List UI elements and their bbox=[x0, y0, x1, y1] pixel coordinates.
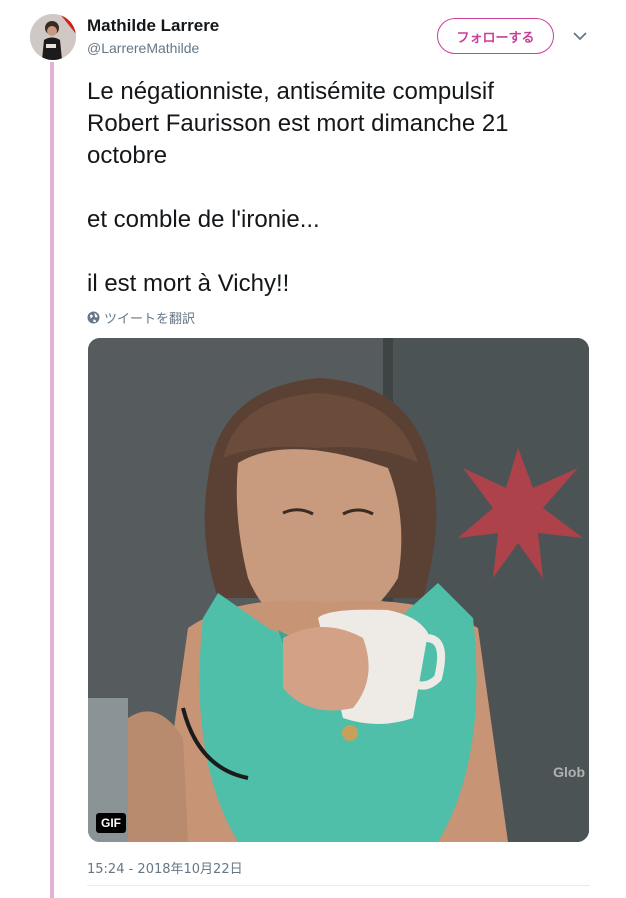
watermark: Glob bbox=[553, 764, 585, 780]
gif-badge: GIF bbox=[96, 813, 126, 833]
tweet-media-gif[interactable]: GIF Glob bbox=[88, 338, 589, 842]
avatar-image bbox=[30, 14, 76, 60]
translate-tweet-link[interactable]: ツイートを翻訳 bbox=[87, 308, 195, 327]
chevron-down-icon[interactable] bbox=[570, 28, 590, 44]
tweet-text: Le négationniste, antisémite compulsif R… bbox=[87, 78, 509, 297]
author-name[interactable]: Mathilde Larrere bbox=[87, 15, 219, 37]
author-block[interactable]: Mathilde Larrere @LarrereMathilde bbox=[87, 15, 219, 57]
divider bbox=[87, 885, 590, 886]
follow-button[interactable]: フォローする bbox=[437, 18, 554, 54]
gif-image bbox=[88, 338, 589, 842]
translate-label[interactable]: ツイートを翻訳 bbox=[104, 308, 195, 327]
avatar[interactable] bbox=[30, 14, 76, 60]
globe-icon bbox=[87, 311, 100, 324]
tweet-timestamp[interactable]: 15:24 - 2018年10月22日 bbox=[87, 858, 243, 877]
author-handle[interactable]: @LarrereMathilde bbox=[87, 39, 219, 57]
thread-line bbox=[50, 62, 54, 898]
